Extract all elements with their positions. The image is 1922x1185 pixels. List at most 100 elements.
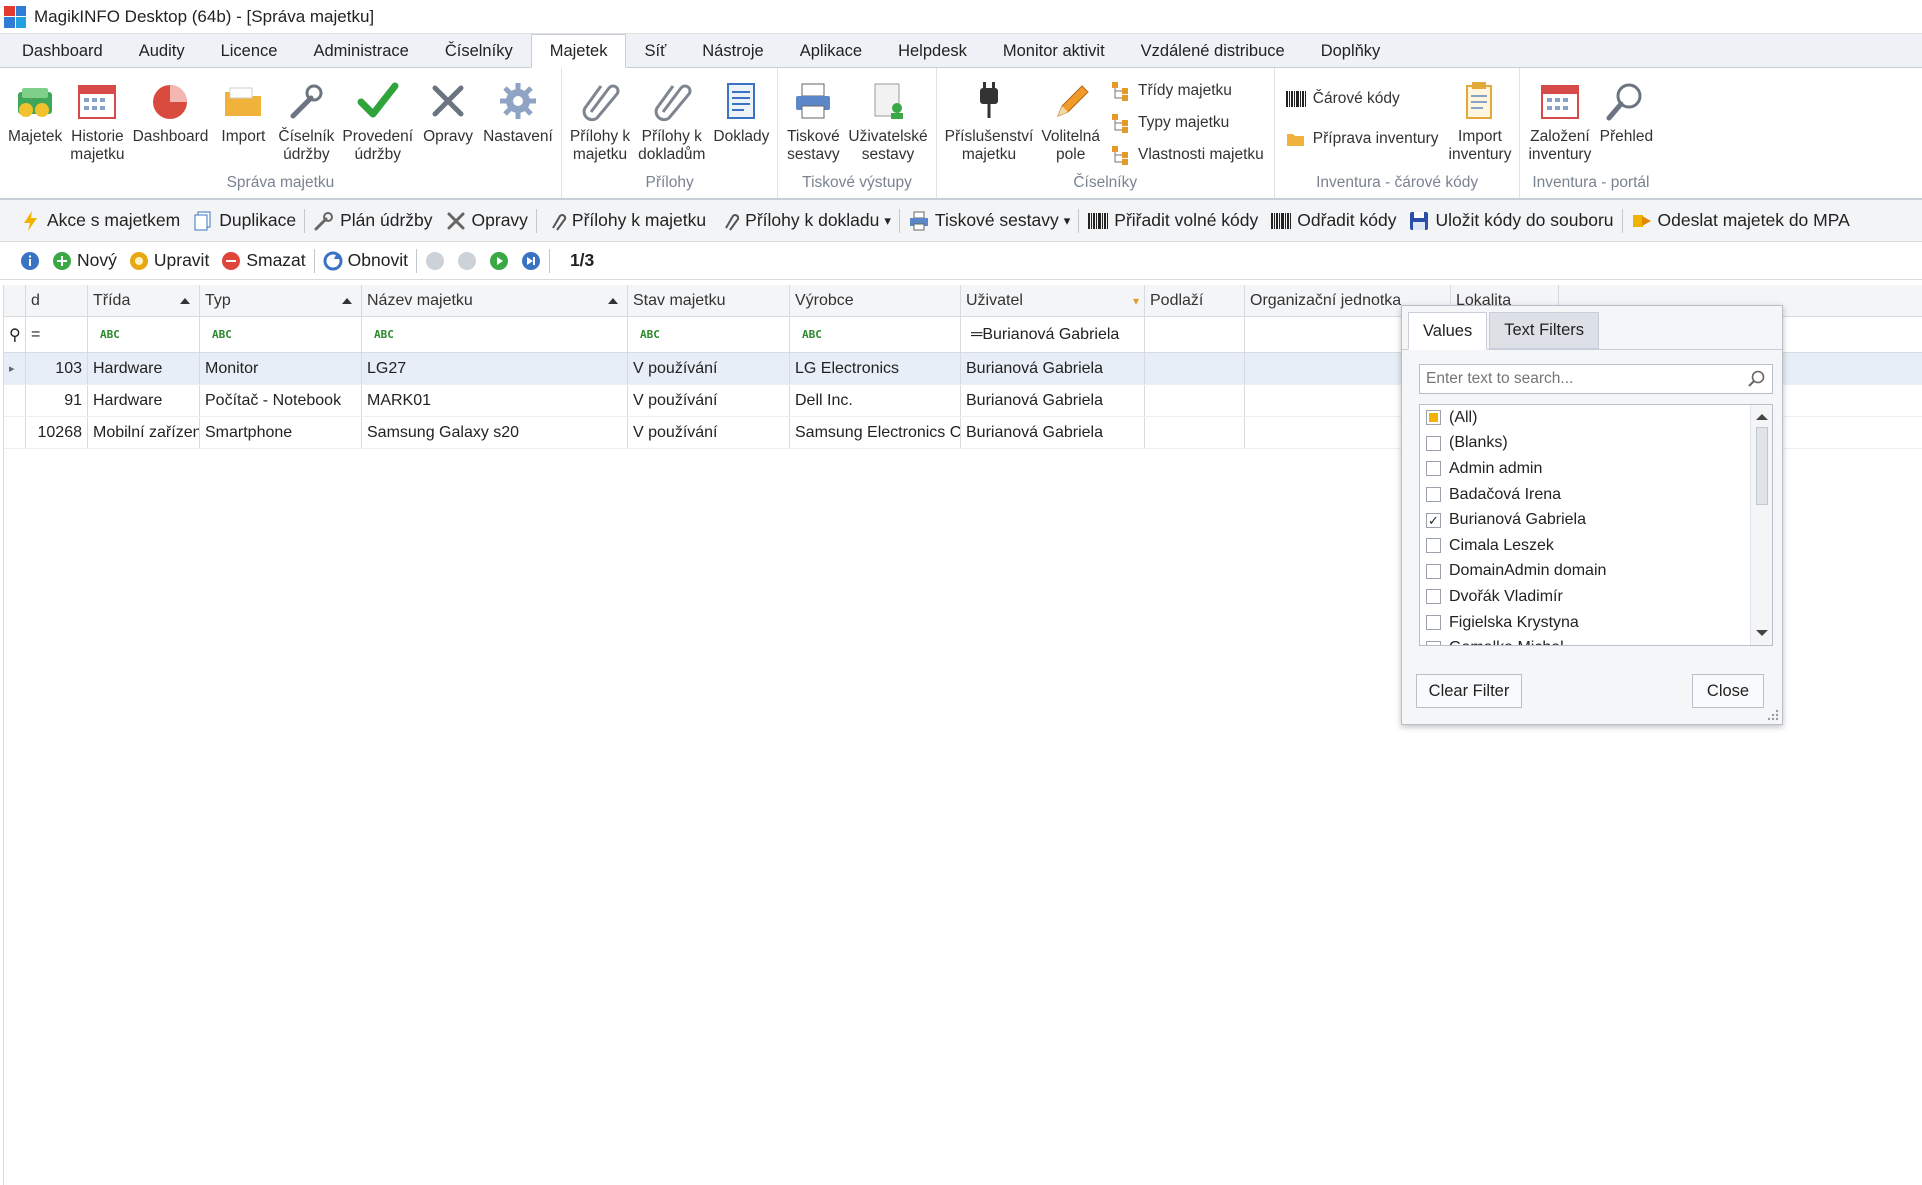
toolbar-btn-0[interactable]: Akce s majetkem [14, 204, 186, 238]
tab-12[interactable]: Doplňky [1303, 35, 1399, 67]
toolbar-btn-2[interactable]: Plán údržby [307, 204, 438, 238]
toolbar-btn-1[interactable]: Duplikace [186, 204, 302, 238]
tab-2[interactable]: Licence [203, 35, 296, 67]
column-header-7[interactable]: Uživatel ▾ [961, 285, 1145, 316]
checkbox[interactable] [1426, 410, 1441, 426]
ribbon-btn-sprava-5[interactable]: Provedení údržby [338, 72, 417, 166]
checkbox[interactable] [1426, 589, 1441, 605]
ribbon-btn-prilohy-2[interactable]: Doklady [709, 72, 773, 148]
filter-list-scrollbar[interactable] [1750, 405, 1772, 645]
filter-cell-4[interactable]: ABC [362, 317, 628, 352]
checkbox[interactable]: ✓ [1426, 512, 1441, 528]
ribbon-btn-sprava-4[interactable]: Číselník údržby [274, 72, 338, 166]
tab-0[interactable]: Dashboard [4, 35, 121, 67]
ribbon-small-ciselniky-1[interactable]: Typy majetku [1104, 110, 1270, 136]
filter-value-item[interactable]: (Blanks) [1420, 431, 1772, 457]
next-record-button[interactable] [483, 244, 515, 278]
ribbon-btn-sprava-6[interactable]: Opravy [417, 72, 479, 148]
toolbar-btn-6[interactable]: Tiskové sestavy ▾ [902, 204, 1076, 238]
filter-cell-6[interactable]: ABC [790, 317, 961, 352]
filter-cell-8[interactable] [1145, 317, 1245, 352]
filter-value-item[interactable]: DomainAdmin domain [1420, 559, 1772, 585]
tab-7[interactable]: Nástroje [684, 35, 781, 67]
tab-10[interactable]: Monitor aktivit [985, 35, 1123, 67]
tab-11[interactable]: Vzdálené distribuce [1123, 35, 1303, 67]
scroll-thumb[interactable] [1756, 427, 1768, 505]
ribbon-btn-prilohy-1[interactable]: Přílohy k dokladům [634, 72, 709, 166]
scroll-down-icon[interactable] [1751, 623, 1773, 643]
filter-value-item[interactable]: Gamalka Michal [1420, 635, 1772, 645]
ribbon-small-ciselniky-2[interactable]: Vlastnosti majetku [1104, 142, 1270, 168]
ribbon-btn-portal-1[interactable]: Přehled [1595, 72, 1657, 148]
ribbon-small-prep-inventory[interactable]: Příprava inventury [1279, 126, 1445, 152]
column-header-5[interactable]: Stav majetku [628, 285, 790, 316]
tab-1[interactable]: Audity [121, 35, 203, 67]
ribbon-btn-sprava-0[interactable]: Majetek [4, 72, 66, 148]
toolbar-btn-7[interactable]: Přiřadit volné kódy [1081, 204, 1264, 238]
filter-value-item[interactable]: (All) [1420, 405, 1772, 431]
tab-3[interactable]: Administrace [295, 35, 426, 67]
tab-text-filters[interactable]: Text Filters [1489, 312, 1599, 349]
tab-5[interactable]: Majetek [530, 34, 627, 68]
tab-8[interactable]: Aplikace [782, 35, 880, 67]
column-header-0[interactable] [4, 285, 26, 316]
toolbar-btn-9[interactable]: Uložit kódy do souboru [1402, 204, 1619, 238]
checkbox[interactable] [1426, 563, 1441, 579]
tab-values[interactable]: Values [1408, 312, 1488, 350]
filter-cell-2[interactable]: ABC [88, 317, 200, 352]
filter-cell-1[interactable]: = [26, 317, 88, 352]
ribbon-btn-ciselniky-1[interactable]: Volitelná pole [1037, 72, 1104, 166]
resize-grip-icon[interactable] [1766, 708, 1780, 722]
ribbon-small-ciselniky-0[interactable]: Třídy majetku [1104, 78, 1270, 104]
scroll-up-icon[interactable] [1751, 407, 1773, 427]
new-button[interactable]: Nový [46, 244, 123, 278]
checkbox[interactable] [1426, 538, 1441, 554]
clear-filter-button[interactable]: Clear Filter [1416, 674, 1522, 708]
filter-cell-3[interactable]: ABC [200, 317, 362, 352]
checkbox[interactable] [1426, 640, 1441, 645]
column-header-1[interactable]: d [26, 285, 88, 316]
filter-value-item[interactable]: Figielska Krystyna [1420, 610, 1772, 636]
checkbox[interactable] [1426, 461, 1441, 477]
column-header-6[interactable]: Výrobce [790, 285, 961, 316]
filter-value-item[interactable]: Admin admin [1420, 456, 1772, 482]
refresh-button[interactable]: Obnovit [317, 244, 414, 278]
ribbon-btn-import-inventory[interactable]: Import inventury [1445, 72, 1516, 166]
ribbon-small-barcodes[interactable]: Čárové kódy [1279, 86, 1445, 112]
filter-value-item[interactable]: Badačová Irena [1420, 482, 1772, 508]
filter-funnel-icon[interactable]: ▾ [1133, 294, 1139, 308]
ribbon-btn-portal-0[interactable]: Založení inventury [1524, 72, 1595, 166]
ribbon-btn-tiskove-0[interactable]: Tiskové sestavy [782, 72, 844, 166]
filter-cell-7[interactable]: ═ Burianová Gabriela [961, 317, 1145, 352]
edit-button[interactable]: Upravit [123, 244, 215, 278]
column-header-3[interactable]: Typ [200, 285, 362, 316]
toolbar-btn-4[interactable]: Přílohy k majetku [539, 204, 712, 238]
filter-value-item[interactable]: ✓ Burianová Gabriela [1420, 507, 1772, 533]
first-record-button[interactable] [419, 244, 451, 278]
toolbar-btn-8[interactable]: Odřadit kódy [1264, 204, 1402, 238]
ribbon-btn-sprava-1[interactable]: Historie majetku [66, 72, 128, 166]
toolbar-btn-10[interactable]: Odeslat majetek do MPA [1625, 204, 1856, 238]
tab-9[interactable]: Helpdesk [880, 35, 985, 67]
column-header-8[interactable]: Podlaží [1145, 285, 1245, 316]
last-record-button[interactable] [515, 244, 547, 278]
checkbox[interactable] [1426, 615, 1441, 631]
close-button[interactable]: Close [1692, 674, 1764, 708]
checkbox[interactable] [1426, 435, 1441, 451]
tab-6[interactable]: Síť [626, 35, 684, 67]
search-icon[interactable] [1746, 368, 1768, 390]
toolbar-btn-5[interactable]: Přílohy k dokladu ▾ [712, 204, 897, 238]
ribbon-btn-sprava-2[interactable]: Dashboard [129, 72, 213, 148]
delete-button[interactable]: Smazat [215, 244, 311, 278]
filter-value-item[interactable]: Cimala Leszek [1420, 533, 1772, 559]
filter-value-item[interactable]: Dvořák Vladimír [1420, 584, 1772, 610]
prev-record-button[interactable] [451, 244, 483, 278]
checkbox[interactable] [1426, 487, 1441, 503]
info-button[interactable] [14, 244, 46, 278]
filter-search-input[interactable] [1426, 370, 1746, 388]
tab-4[interactable]: Číselníky [427, 35, 531, 67]
column-header-4[interactable]: Název majetku [362, 285, 628, 316]
filter-cell-0[interactable]: ⚲ [4, 317, 26, 352]
ribbon-btn-sprava-3[interactable]: Import [212, 72, 274, 148]
column-header-2[interactable]: Třída [88, 285, 200, 316]
